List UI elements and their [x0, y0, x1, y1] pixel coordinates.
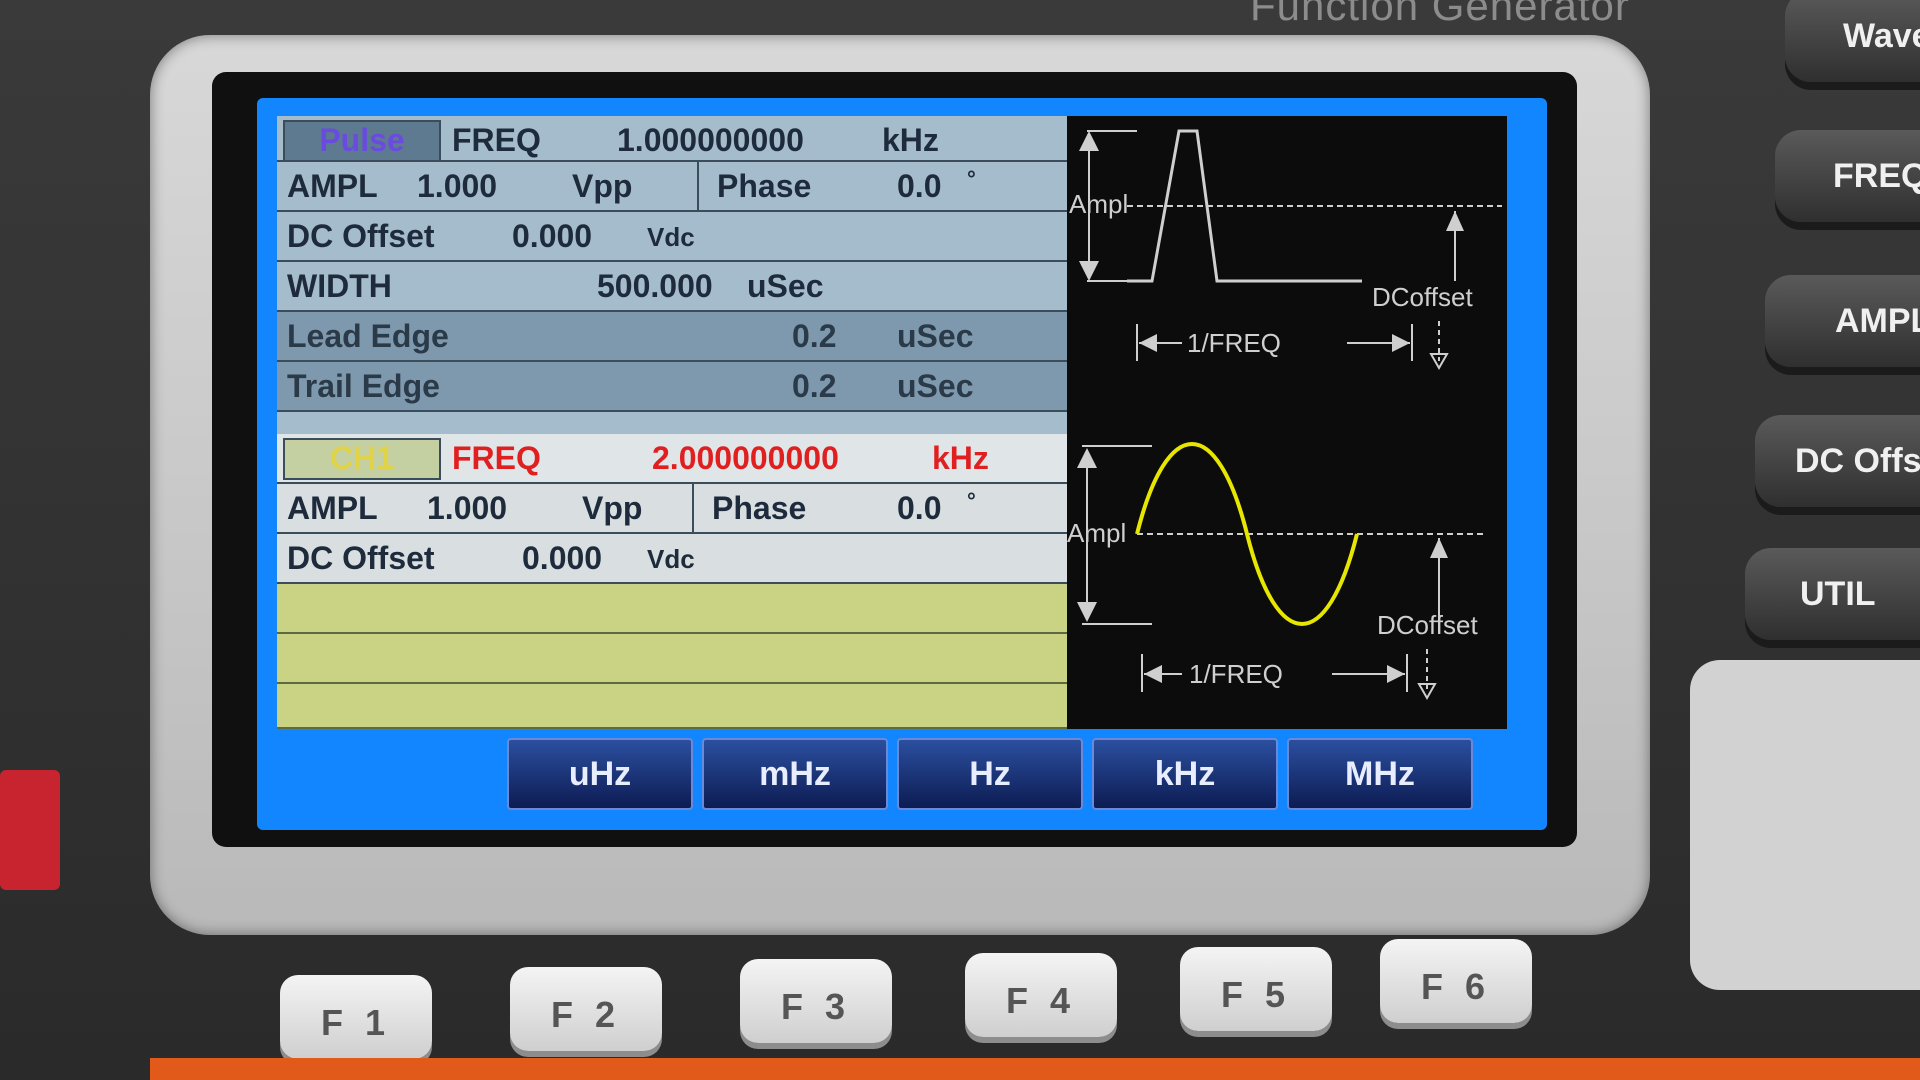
lcd-screen: Pulse FREQ 1.000000000 kHz AMPL 1.000 Vp…: [257, 98, 1547, 830]
pulse-lead-row[interactable]: Lead Edge 0.2 uSec: [277, 312, 1067, 362]
f1-key[interactable]: F 1: [280, 975, 432, 1059]
pulse-dc-value[interactable]: 0.000: [512, 218, 592, 255]
function-keys: F 1 F 2 F 3 F 4 F 5 F 6: [280, 939, 1580, 1059]
test-lead-cable: [0, 770, 60, 890]
ch1-period-text: 1/FREQ: [1189, 659, 1283, 689]
period-arrow-right: [1392, 334, 1410, 352]
pulse-ampl-text: Ampl: [1069, 189, 1128, 219]
waveform-key[interactable]: Wavefo: [1785, 0, 1920, 82]
ch1-empty-row-3: [277, 684, 1067, 729]
pulse-trail-unit: uSec: [897, 368, 974, 404]
f2-key[interactable]: F 2: [510, 967, 662, 1051]
side-keys: Wavefo FREQ/Ra AMPL DC Offset UTIL: [1745, 0, 1920, 700]
ch1-period-arrow-left: [1144, 665, 1162, 683]
pulse-width-row[interactable]: WIDTH 500.000 uSec: [277, 262, 1067, 312]
device-title: Function Generator: [1250, 0, 1630, 29]
pulse-phase-label: Phase: [717, 168, 812, 204]
ch1-phase-unit: °: [967, 488, 976, 513]
pulse-dcoffset-text: DCoffset: [1372, 282, 1473, 312]
ch1-freq-value[interactable]: 2.000000000: [652, 440, 839, 477]
pulse-phase-value[interactable]: 0.0: [897, 168, 941, 205]
ch1-freq-unit: kHz: [932, 440, 989, 476]
ch1-panel: CH1 FREQ 2.000000000 kHz AMPL 1.000 Vpp …: [277, 434, 1507, 729]
f3-key[interactable]: F 3: [740, 959, 892, 1043]
ch1-empty-row-2: [277, 634, 1067, 684]
f5-key[interactable]: F 5: [1180, 947, 1332, 1031]
pulse-freq-label: FREQ: [452, 122, 541, 158]
freq-rate-key[interactable]: FREQ/Ra: [1775, 130, 1920, 222]
f4-key[interactable]: F 4: [965, 953, 1117, 1037]
ch1-diagram-svg: Ampl DCoffset 1/FREQ: [1067, 442, 1487, 701]
ch1-phase-label: Phase: [712, 490, 807, 526]
pulse-width-label: WIDTH: [287, 268, 392, 304]
ch1-ampl-arrow-down: [1077, 602, 1097, 622]
pulse-lead-unit: uSec: [897, 318, 974, 354]
pulse-dc-label: DC Offset: [287, 218, 435, 254]
pulse-freq-row[interactable]: Pulse FREQ 1.000000000 kHz: [277, 116, 1067, 162]
pulse-diagram-svg: Ampl DCoffset 1/FREQ: [1069, 129, 1502, 371]
pulse-trail-label: Trail Edge: [287, 368, 440, 404]
pulse-ampl-row[interactable]: AMPL 1.000 Vpp Phase 0.0 °: [277, 162, 1067, 212]
softkey-hz[interactable]: Hz: [897, 738, 1083, 810]
period-arrow-left: [1139, 334, 1157, 352]
util-key[interactable]: UTIL: [1745, 548, 1920, 640]
ch1-dc-label: DC Offset: [287, 540, 435, 576]
pulse-trail-value[interactable]: 0.2: [792, 368, 836, 405]
ampl-arrow-down: [1079, 261, 1099, 281]
softkey-mhz-milli[interactable]: mHz: [702, 738, 888, 810]
ch1-ampl-unit: Vpp: [582, 490, 643, 526]
ch1-tag[interactable]: CH1: [283, 438, 441, 480]
function-generator: Function Generator Pulse FREQ 1.00000000…: [0, 0, 1920, 1080]
ch1-dc-row[interactable]: DC Offset 0.000 Vdc: [277, 534, 1067, 584]
f6-key[interactable]: F 6: [1380, 939, 1532, 1023]
ch1-period-arrow-right: [1387, 665, 1405, 683]
ch1-params: CH1 FREQ 2.000000000 kHz AMPL 1.000 Vpp …: [277, 434, 1067, 729]
ch1-dc-arrow-up: [1430, 538, 1448, 558]
ampl-arrow-up: [1079, 131, 1099, 151]
pulse-ampl-value[interactable]: 1.000: [417, 168, 497, 205]
pulse-freq-unit: kHz: [882, 122, 939, 158]
ch1-ampl-divider: [692, 484, 694, 534]
pulse-lead-label: Lead Edge: [287, 318, 449, 354]
ch1-ampl-text: Ampl: [1067, 518, 1126, 548]
dc-offset-key[interactable]: DC Offset: [1755, 415, 1920, 507]
softkey-mhz-mega[interactable]: MHz: [1287, 738, 1473, 810]
pulse-lead-value[interactable]: 0.2: [792, 318, 836, 355]
device-orange-trim: [150, 1058, 1920, 1080]
ch1-diagram: Ampl DCoffset 1/FREQ: [1067, 434, 1507, 729]
ch1-ampl-row[interactable]: AMPL 1.000 Vpp Phase 0.0 °: [277, 484, 1067, 534]
pulse-dc-row[interactable]: DC Offset 0.000 Vdc: [277, 212, 1067, 262]
pulse-width-unit: uSec: [747, 268, 824, 304]
dc-arrow-up: [1446, 211, 1464, 231]
pulse-ampl-divider: [697, 162, 699, 212]
pulse-width-value[interactable]: 500.000: [597, 268, 713, 305]
unit-softkeys: uHz mHz Hz kHz MHz: [507, 738, 1487, 813]
pulse-ampl-unit: Vpp: [572, 168, 633, 204]
pulse-phase-unit: °: [967, 166, 976, 191]
pulse-trail-row[interactable]: Trail Edge 0.2 uSec: [277, 362, 1067, 412]
ch1-dc-value[interactable]: 0.000: [522, 540, 602, 577]
ch1-ampl-arrow-up: [1077, 448, 1097, 468]
ch1-dc-unit: Vdc: [647, 544, 695, 574]
softkey-uhz[interactable]: uHz: [507, 738, 693, 810]
ch1-empty-row-1: [277, 584, 1067, 634]
pulse-freq-value[interactable]: 1.000000000: [617, 122, 804, 159]
pulse-tag[interactable]: Pulse: [283, 120, 441, 162]
ampl-key[interactable]: AMPL: [1765, 275, 1920, 367]
ch1-freq-label: FREQ: [452, 440, 541, 476]
ch1-ampl-value[interactable]: 1.000: [427, 490, 507, 527]
pulse-period-text: 1/FREQ: [1187, 328, 1281, 358]
pulse-panel: Pulse FREQ 1.000000000 kHz AMPL 1.000 Vp…: [277, 116, 1507, 436]
pulse-dc-unit: Vdc: [647, 222, 695, 252]
ch1-ampl-label: AMPL: [287, 490, 378, 526]
side-panel: [1690, 660, 1920, 990]
ch1-phase-value[interactable]: 0.0: [897, 490, 941, 527]
ch1-freq-row[interactable]: CH1 FREQ 2.000000000 kHz: [277, 434, 1067, 484]
pulse-ampl-label: AMPL: [287, 168, 378, 204]
pulse-params: Pulse FREQ 1.000000000 kHz AMPL 1.000 Vp…: [277, 116, 1067, 436]
pulse-diagram: Ampl DCoffset 1/FREQ: [1067, 116, 1507, 436]
ch1-dcoffset-text: DCoffset: [1377, 610, 1478, 640]
softkey-khz[interactable]: kHz: [1092, 738, 1278, 810]
